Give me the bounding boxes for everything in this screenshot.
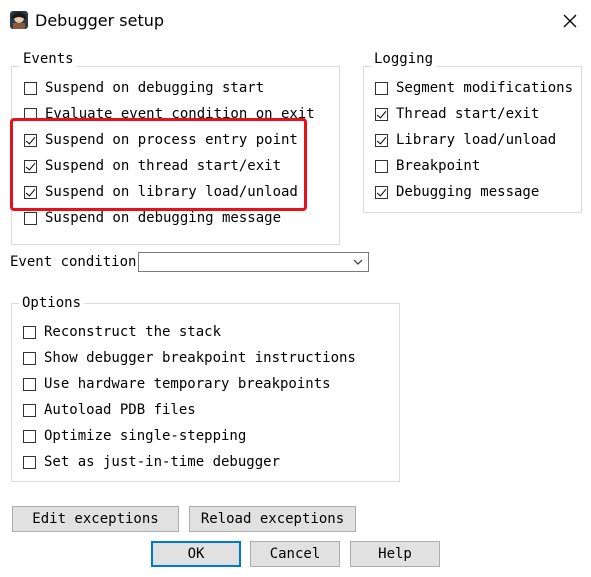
- event-condition-combo[interactable]: [138, 252, 369, 272]
- window-title: Debugger setup: [35, 11, 165, 30]
- close-icon[interactable]: [558, 9, 582, 33]
- reload-exceptions-button[interactable]: Reload exceptions: [189, 506, 356, 532]
- checkbox-box[interactable]: [24, 107, 37, 121]
- checkbox-suspend-library-load[interactable]: Suspend on library load/unload: [24, 181, 298, 203]
- checkbox-jit-debugger[interactable]: Set as just-in-time debugger: [23, 451, 280, 473]
- checkbox-autoload-pdb[interactable]: Autoload PDB files: [23, 399, 196, 421]
- checkbox-box[interactable]: [23, 429, 36, 443]
- checkbox-box[interactable]: [23, 455, 36, 469]
- checkbox-box[interactable]: [375, 133, 388, 147]
- checkbox-optimize-single-stepping[interactable]: Optimize single-stepping: [23, 425, 246, 447]
- checkbox-box[interactable]: [375, 81, 388, 95]
- checkbox-label: Breakpoint: [396, 158, 481, 174]
- checkbox-evaluate-event-condition[interactable]: Evaluate event condition on exit: [24, 103, 315, 125]
- checkbox-box[interactable]: [24, 185, 37, 199]
- ok-button[interactable]: OK: [151, 541, 241, 567]
- checkbox-label: Suspend on process entry point: [45, 132, 298, 148]
- events-group-title: Events: [20, 51, 77, 67]
- checkbox-log-segment-modifications[interactable]: Segment modifications: [375, 77, 573, 99]
- checkbox-label: Evaluate event condition on exit: [45, 106, 315, 122]
- title-bar: Debugger setup: [0, 0, 591, 42]
- checkbox-log-debugging-message[interactable]: Debugging message: [375, 181, 539, 203]
- checkbox-box[interactable]: [375, 107, 388, 121]
- checkbox-box[interactable]: [23, 403, 36, 417]
- checkbox-suspend-debugging-message[interactable]: Suspend on debugging message: [24, 207, 281, 229]
- checkbox-box[interactable]: [375, 185, 388, 199]
- checkbox-box[interactable]: [24, 159, 37, 173]
- checkbox-reconstruct-stack[interactable]: Reconstruct the stack: [23, 321, 221, 343]
- checkbox-label: Debugging message: [396, 184, 540, 200]
- checkbox-label: Optimize single-stepping: [44, 428, 247, 444]
- checkbox-suspend-process-entry[interactable]: Suspend on process entry point: [24, 129, 298, 151]
- checkbox-label: Thread start/exit: [396, 106, 540, 122]
- checkbox-log-breakpoint[interactable]: Breakpoint: [375, 155, 480, 177]
- checkbox-log-library-load[interactable]: Library load/unload: [375, 129, 556, 151]
- checkbox-suspend-thread-start-exit[interactable]: Suspend on thread start/exit: [24, 155, 281, 177]
- checkbox-box[interactable]: [24, 133, 37, 147]
- checkbox-label: Use hardware temporary breakpoints: [44, 376, 331, 392]
- checkbox-box[interactable]: [375, 159, 388, 173]
- checkbox-box[interactable]: [23, 351, 36, 365]
- chevron-down-icon[interactable]: [353, 257, 363, 267]
- checkbox-label: Suspend on library load/unload: [45, 184, 298, 200]
- checkbox-suspend-debugging-start[interactable]: Suspend on debugging start: [24, 77, 264, 99]
- options-group-title: Options: [19, 295, 85, 311]
- checkbox-label: Suspend on debugging start: [45, 80, 265, 96]
- checkbox-box[interactable]: [23, 325, 36, 339]
- checkbox-label: Segment modifications: [396, 80, 574, 96]
- checkbox-label: Autoload PDB files: [44, 402, 196, 418]
- logging-group-title: Logging: [371, 51, 437, 67]
- checkbox-label: Suspend on debugging message: [45, 210, 282, 226]
- ida-app-icon: [10, 11, 28, 29]
- checkbox-show-breakpoint-instructions[interactable]: Show debugger breakpoint instructions: [23, 347, 356, 369]
- checkbox-hardware-temp-breakpoints[interactable]: Use hardware temporary breakpoints: [23, 373, 331, 395]
- event-condition-label: Event condition: [10, 254, 137, 270]
- checkbox-label: Reconstruct the stack: [44, 324, 222, 340]
- help-button[interactable]: Help: [350, 541, 440, 567]
- checkbox-box[interactable]: [24, 211, 37, 225]
- checkbox-box[interactable]: [24, 81, 37, 95]
- checkbox-box[interactable]: [23, 377, 36, 391]
- checkbox-label: Library load/unload: [396, 132, 557, 148]
- cancel-button[interactable]: Cancel: [250, 541, 340, 567]
- checkbox-log-thread-start-exit[interactable]: Thread start/exit: [375, 103, 539, 125]
- checkbox-label: Set as just-in-time debugger: [44, 454, 281, 470]
- checkbox-label: Show debugger breakpoint instructions: [44, 350, 356, 366]
- checkbox-label: Suspend on thread start/exit: [45, 158, 282, 174]
- edit-exceptions-button[interactable]: Edit exceptions: [12, 506, 179, 532]
